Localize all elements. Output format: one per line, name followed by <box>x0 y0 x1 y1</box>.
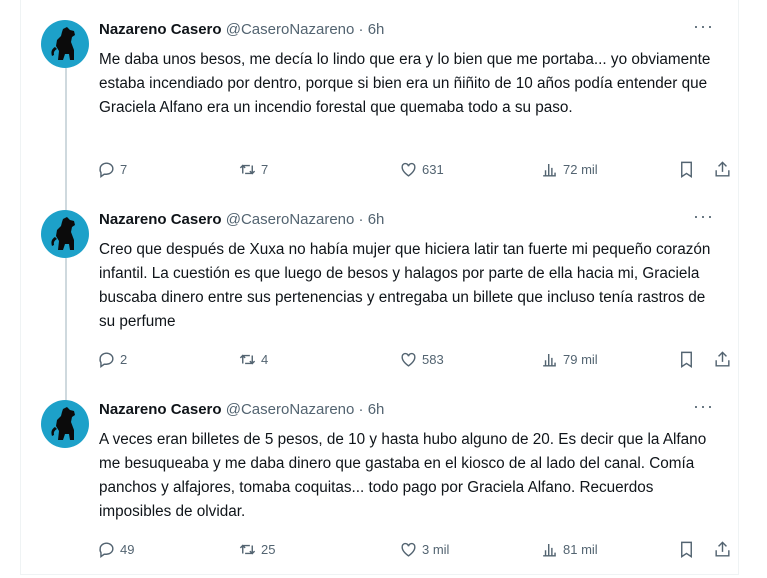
tweet-header: Nazareno Casero @CaseroNazareno · 6h <box>99 211 384 228</box>
reply-icon <box>99 352 114 369</box>
share-icon <box>715 161 730 177</box>
like-count: 3 mil <box>422 542 450 557</box>
avatar[interactable] <box>41 20 89 68</box>
share-icon <box>715 541 730 557</box>
thread-line <box>65 258 67 408</box>
views-button[interactable]: 72 mil <box>540 160 598 179</box>
retweet-button[interactable]: 7 <box>238 160 268 179</box>
like-button[interactable]: 3 mil <box>399 540 449 559</box>
retweet-count: 7 <box>261 162 269 177</box>
reply-count: 49 <box>120 542 135 557</box>
views-button[interactable]: 81 mil <box>540 540 598 559</box>
tweet-text: Creo que después de Xuxa no había mujer … <box>99 241 711 330</box>
tweet-text: A veces eran billetes de 5 pesos, de 10 … <box>99 431 707 520</box>
dog-silhouette-icon <box>51 27 75 60</box>
more-options-icon[interactable]: ··· <box>693 16 714 37</box>
reply-count: 2 <box>120 352 128 367</box>
share-button[interactable] <box>713 160 732 179</box>
bookmark-button[interactable] <box>677 540 696 559</box>
thread-panel: Nazareno Casero @CaseroNazareno · 6h ···… <box>20 0 739 575</box>
views-icon <box>543 543 556 557</box>
tweet-text: Me daba unos besos, me decía lo lindo qu… <box>99 51 711 116</box>
views-button[interactable]: 79 mil <box>540 350 598 369</box>
timestamp[interactable]: · 6h <box>359 211 385 228</box>
like-button[interactable]: 583 <box>399 350 444 369</box>
tweet-actions: 7 7 631 72 mil <box>97 160 730 184</box>
timestamp[interactable]: · 6h <box>359 401 385 418</box>
like-count: 583 <box>422 352 444 367</box>
retweet-icon <box>239 544 256 555</box>
bookmark-icon <box>681 351 692 368</box>
author-handle[interactable]: @CaseroNazareno <box>226 401 355 418</box>
bookmark-icon <box>681 541 692 558</box>
avatar[interactable] <box>41 400 89 448</box>
views-icon <box>543 353 556 367</box>
share-button[interactable] <box>713 540 732 559</box>
reply-icon <box>99 162 114 179</box>
heart-icon <box>401 542 416 557</box>
author-name[interactable]: Nazareno Casero <box>99 401 222 418</box>
share-button[interactable] <box>713 350 732 369</box>
author-handle[interactable]: @CaseroNazareno <box>226 211 355 228</box>
views-count: 79 mil <box>563 352 598 367</box>
share-icon <box>715 351 730 367</box>
views-icon <box>543 163 556 177</box>
thread-line <box>65 68 67 218</box>
reply-button[interactable]: 2 <box>97 350 127 369</box>
reply-count: 7 <box>120 162 128 177</box>
retweet-button[interactable]: 25 <box>238 540 275 559</box>
retweet-count: 4 <box>261 352 269 367</box>
timestamp[interactable]: · 6h <box>359 21 385 38</box>
tweet-actions: 2 4 583 79 mil <box>97 350 730 374</box>
retweet-count: 25 <box>261 542 276 557</box>
reply-button[interactable]: 49 <box>97 540 134 559</box>
views-count: 72 mil <box>563 162 598 177</box>
reply-icon <box>99 542 114 559</box>
like-count: 631 <box>422 162 444 177</box>
author-handle[interactable]: @CaseroNazareno <box>226 21 355 38</box>
bookmark-button[interactable] <box>677 350 696 369</box>
tweet-header: Nazareno Casero @CaseroNazareno · 6h <box>99 21 384 38</box>
tweet-header: Nazareno Casero @CaseroNazareno · 6h <box>99 401 384 418</box>
dog-silhouette-icon <box>51 217 75 250</box>
like-button[interactable]: 631 <box>399 160 444 179</box>
retweet-icon <box>239 164 256 175</box>
author-name[interactable]: Nazareno Casero <box>99 211 222 228</box>
views-count: 81 mil <box>563 542 598 557</box>
bookmark-icon <box>681 161 692 178</box>
bookmark-button[interactable] <box>677 160 696 179</box>
heart-icon <box>401 162 416 177</box>
retweet-icon <box>239 354 256 365</box>
reply-button[interactable]: 7 <box>97 160 127 179</box>
retweet-button[interactable]: 4 <box>238 350 268 369</box>
avatar[interactable] <box>41 210 89 258</box>
author-name[interactable]: Nazareno Casero <box>99 21 222 38</box>
more-options-icon[interactable]: ··· <box>693 396 714 417</box>
tweet-actions: 49 25 3 mil 81 mil <box>97 540 730 564</box>
heart-icon <box>401 352 416 367</box>
more-options-icon[interactable]: ··· <box>693 206 714 227</box>
dog-silhouette-icon <box>51 407 75 440</box>
